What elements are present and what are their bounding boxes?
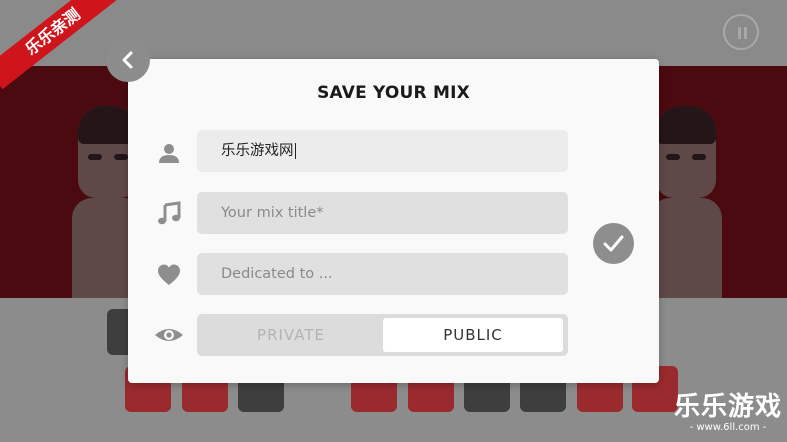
- watermark-url: - www.6ll.com -: [689, 422, 767, 433]
- author-name-value: 乐乐游戏网: [221, 143, 294, 159]
- dialog-title: SAVE YOUR MIX: [317, 83, 470, 103]
- dedicated-to-field[interactable]: Dedicated to ...: [197, 253, 568, 295]
- character-figure: [650, 106, 722, 298]
- mix-title-field[interactable]: Your mix title*: [197, 192, 568, 234]
- watermark: 乐乐游戏 - www.6ll.com -: [674, 392, 782, 434]
- eye-icon: [154, 322, 184, 348]
- save-mix-dialog: SAVE YOUR MIX 乐乐游戏网 Your mix title* Dedi…: [128, 59, 659, 383]
- watermark-title: 乐乐游戏: [674, 392, 783, 422]
- visibility-toggle: PRIVATE PUBLIC: [197, 314, 568, 356]
- confirm-save-button[interactable]: [593, 223, 634, 264]
- heart-icon: [156, 262, 182, 288]
- text-cursor: [294, 143, 296, 159]
- check-icon: [603, 235, 624, 252]
- private-option[interactable]: PRIVATE: [201, 318, 381, 352]
- music-note-icon: [156, 201, 182, 227]
- chevron-left-icon: [122, 51, 133, 69]
- author-name-field[interactable]: 乐乐游戏网: [197, 130, 568, 172]
- user-icon: [156, 140, 182, 166]
- public-option[interactable]: PUBLIC: [383, 318, 563, 352]
- pause-button[interactable]: [723, 14, 759, 50]
- back-button[interactable]: [106, 38, 150, 82]
